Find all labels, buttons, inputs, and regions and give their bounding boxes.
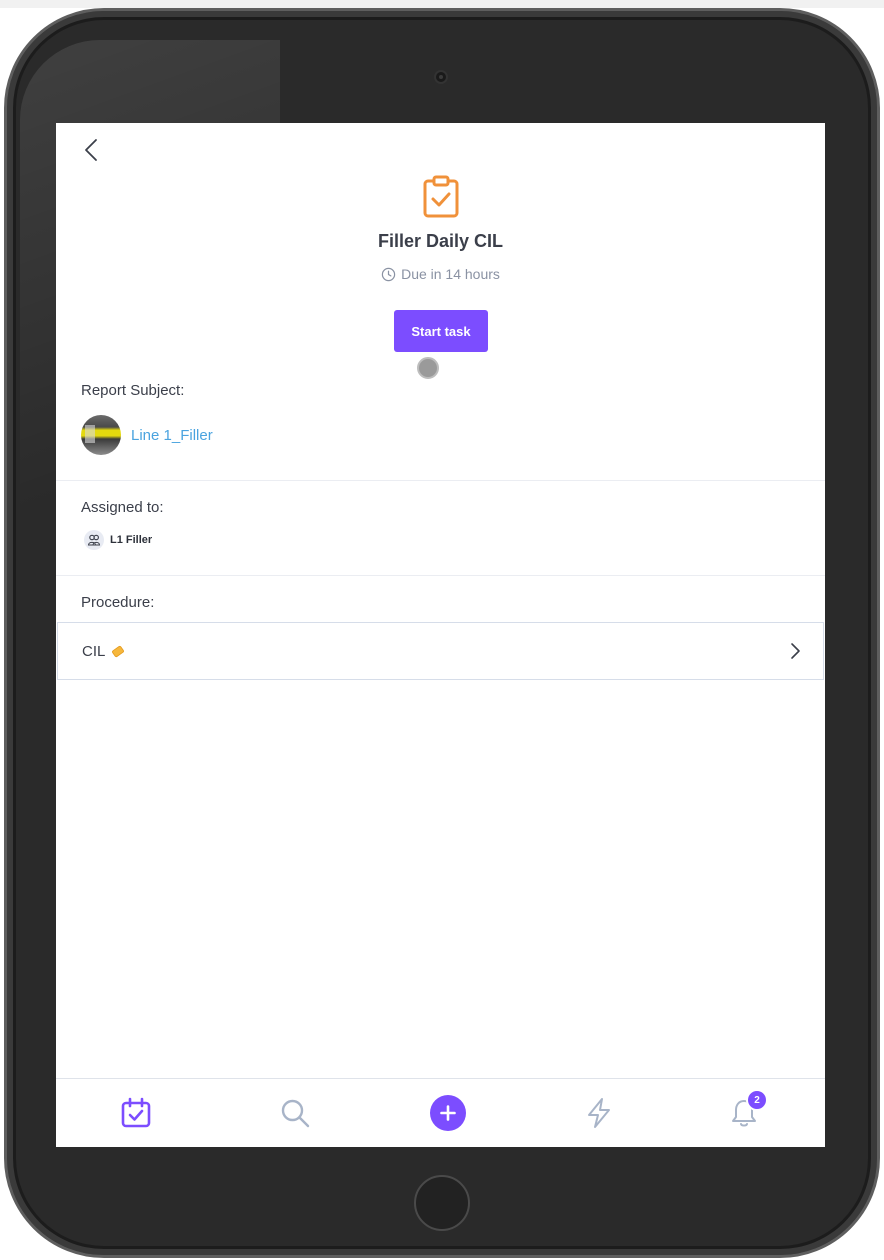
clock-icon	[381, 267, 396, 281]
touch-cursor-indicator	[417, 357, 439, 379]
bottom-navigation: 2	[56, 1078, 825, 1147]
nav-activity[interactable]	[581, 1095, 617, 1131]
procedure-name: CIL	[82, 642, 106, 660]
start-task-button[interactable]: Start task	[394, 310, 488, 352]
team-icon	[84, 530, 104, 550]
search-icon	[281, 1099, 310, 1128]
page: Filler Daily CIL Due in 14 hours Start t…	[0, 0, 884, 1260]
home-button[interactable]	[414, 1175, 470, 1231]
due-info: Due in 14 hours	[56, 266, 825, 282]
assignee-chip: L1 Filler	[84, 530, 152, 550]
procedure-label: Procedure:	[81, 594, 155, 611]
nav-notifications[interactable]: 2	[726, 1089, 768, 1131]
notification-badge: 2	[746, 1089, 768, 1111]
calendar-check-icon	[121, 1097, 151, 1128]
procedure-item[interactable]: CIL	[57, 622, 824, 680]
camera-icon	[434, 70, 448, 84]
divider	[56, 480, 825, 481]
asset-name: Line 1_Filler	[131, 426, 213, 444]
asset-avatar	[81, 415, 121, 455]
divider	[56, 575, 825, 576]
task-title: Filler Daily CIL	[377, 231, 504, 251]
add-icon	[430, 1095, 466, 1131]
lightning-icon	[588, 1098, 610, 1128]
report-subject-label: Report Subject:	[81, 382, 185, 399]
app-screen: Filler Daily CIL Due in 14 hours Start t…	[56, 123, 825, 1147]
assignee-name: L1 Filler	[110, 534, 153, 546]
window-top-strip	[0, 0, 884, 8]
chevron-left-icon	[85, 139, 97, 161]
back-button[interactable]	[76, 135, 106, 165]
nav-search[interactable]	[277, 1095, 313, 1131]
report-subject-link[interactable]: Line 1_Filler	[81, 415, 213, 455]
due-text: Due in 14 hours	[401, 266, 500, 282]
chevron-right-icon	[791, 643, 800, 659]
eraser-emoji-icon	[112, 645, 125, 658]
assigned-to-label: Assigned to:	[81, 499, 164, 516]
nav-tasks[interactable]	[118, 1095, 154, 1131]
clipboard-check-icon	[421, 175, 461, 219]
nav-add[interactable]	[430, 1095, 466, 1131]
